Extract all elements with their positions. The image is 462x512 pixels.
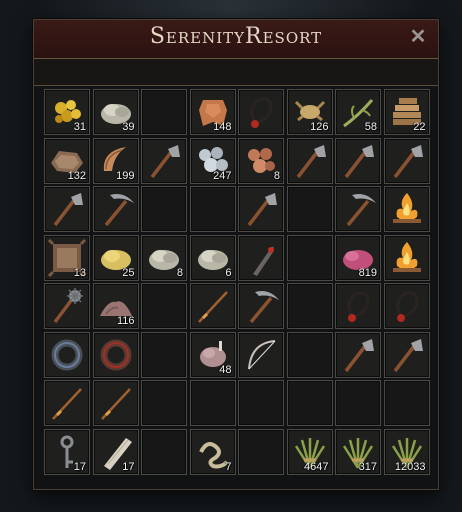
- item-quantity: 48: [219, 363, 232, 376]
- inventory-slot[interactable]: [335, 331, 381, 378]
- inventory-slot[interactable]: [383, 283, 430, 329]
- item-quantity: 12033: [394, 460, 426, 473]
- inventory-slot[interactable]: 17: [92, 428, 139, 475]
- inventory-slot[interactable]: 7: [189, 428, 236, 475]
- item-quantity: 148: [213, 121, 232, 133]
- inventory-slot[interactable]: [238, 89, 284, 135]
- empty-slot[interactable]: [238, 428, 284, 475]
- inventory-slot[interactable]: 22: [383, 89, 430, 135]
- inventory-slot[interactable]: 132: [44, 137, 90, 184]
- inventory-slot[interactable]: 4647: [286, 428, 333, 475]
- inventory-slot[interactable]: [92, 186, 139, 232]
- empty-slot[interactable]: [141, 331, 187, 378]
- empty-slot[interactable]: [286, 283, 333, 329]
- inventory-slot[interactable]: [44, 331, 90, 378]
- item-quantity: 116: [116, 315, 135, 327]
- empty-slot[interactable]: [335, 380, 381, 426]
- inventory-slot[interactable]: 819: [335, 234, 381, 281]
- item-quantity: 39: [122, 121, 135, 133]
- item-quantity: 4647: [304, 460, 329, 473]
- empty-slot[interactable]: [189, 380, 236, 426]
- item-quantity: 819: [358, 266, 377, 279]
- inventory-slot[interactable]: [286, 137, 333, 184]
- empty-slot[interactable]: [141, 380, 187, 426]
- item-quantity: 6: [225, 266, 232, 279]
- inventory-slot[interactable]: [383, 137, 430, 184]
- item-quantity: 199: [116, 169, 135, 182]
- inventory-slot[interactable]: [92, 380, 139, 426]
- inventory-slot[interactable]: [44, 283, 90, 329]
- item-quantity: 31: [73, 121, 86, 133]
- item-quantity: 25: [122, 266, 135, 279]
- empty-slot[interactable]: [286, 380, 333, 426]
- inventory-slot[interactable]: 6: [189, 234, 236, 281]
- empty-slot[interactable]: [286, 234, 333, 281]
- empty-slot[interactable]: [141, 89, 187, 135]
- inventory-grid: 31 39 148 126 58 22 132 199 247 8 13 25 8 6 819 116 48 17…: [44, 89, 430, 475]
- inventory-slot[interactable]: [44, 380, 90, 426]
- inventory-slot[interactable]: [92, 331, 139, 378]
- inventory-slot[interactable]: 12033: [383, 428, 430, 475]
- item-quantity: 7: [225, 460, 232, 473]
- inventory-slot[interactable]: [383, 331, 430, 378]
- empty-slot[interactable]: [286, 331, 333, 378]
- inventory-slot[interactable]: 17: [44, 428, 90, 475]
- inventory-slot[interactable]: 39: [92, 89, 139, 135]
- inventory-slot[interactable]: 58: [335, 89, 381, 135]
- title-bar[interactable]: SerenityResort ✕: [34, 20, 438, 59]
- empty-slot[interactable]: [141, 283, 187, 329]
- inventory-slot[interactable]: 31: [44, 89, 90, 135]
- inventory-slot[interactable]: [335, 137, 381, 184]
- inventory-slot[interactable]: [383, 234, 430, 281]
- item-quantity: 17: [73, 460, 86, 473]
- empty-slot[interactable]: [383, 380, 430, 426]
- empty-slot[interactable]: [189, 186, 236, 232]
- item-quantity: 8: [176, 266, 183, 279]
- empty-slot[interactable]: [238, 380, 284, 426]
- inventory-slot[interactable]: [44, 186, 90, 232]
- item-quantity: 317: [358, 460, 377, 473]
- inventory-slot[interactable]: [238, 186, 284, 232]
- inventory-slot[interactable]: [189, 283, 236, 329]
- container-window: SerenityResort ✕ 31 39 148 126 58 22 132 199 247…: [33, 19, 439, 490]
- inventory-slot[interactable]: 317: [335, 428, 381, 475]
- inventory-slot[interactable]: [335, 283, 381, 329]
- inventory-slot[interactable]: [383, 186, 430, 232]
- item-quantity: 126: [310, 121, 329, 133]
- inventory-slot[interactable]: 116: [92, 283, 139, 329]
- item-quantity: 247: [213, 169, 232, 182]
- inventory-slot[interactable]: 48: [189, 331, 236, 378]
- item-quantity: 58: [364, 121, 377, 133]
- inventory-slot[interactable]: 25: [92, 234, 139, 281]
- inventory-slot[interactable]: [335, 186, 381, 232]
- inventory-slot[interactable]: 148: [189, 89, 236, 135]
- empty-slot[interactable]: [141, 186, 187, 232]
- item-quantity: 132: [67, 169, 86, 182]
- toolbar-strip: [34, 59, 438, 86]
- inventory-slot[interactable]: [141, 137, 187, 184]
- inventory-slot[interactable]: 8: [238, 137, 284, 184]
- close-icon[interactable]: ✕: [408, 27, 428, 47]
- inventory-slot[interactable]: 8: [141, 234, 187, 281]
- empty-slot[interactable]: [141, 428, 187, 475]
- inventory-slot[interactable]: 13: [44, 234, 90, 281]
- window-title: SerenityResort: [149, 24, 323, 49]
- inventory-slot[interactable]: 199: [92, 137, 139, 184]
- inventory-slot[interactable]: [238, 234, 284, 281]
- item-quantity: 8: [273, 169, 280, 182]
- inventory-slot[interactable]: [238, 331, 284, 378]
- inventory-slot[interactable]: 126: [286, 89, 333, 135]
- item-quantity: 13: [73, 266, 86, 279]
- item-quantity: 17: [122, 460, 135, 473]
- empty-slot[interactable]: [286, 186, 333, 232]
- inventory-slot[interactable]: [238, 283, 284, 329]
- inventory-slot[interactable]: 247: [189, 137, 236, 184]
- item-quantity: 22: [413, 121, 426, 133]
